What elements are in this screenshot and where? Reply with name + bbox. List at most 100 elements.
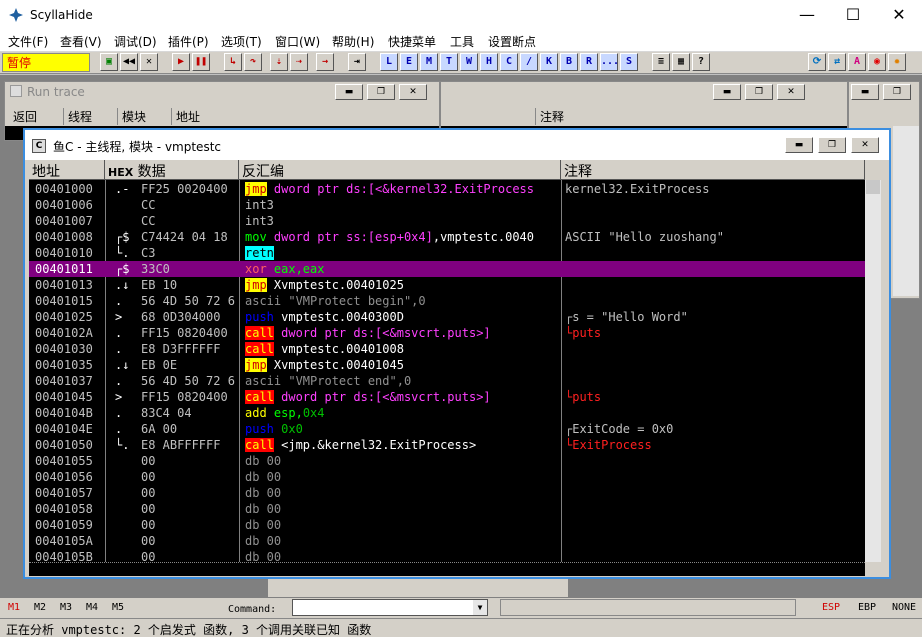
close-button[interactable]: ✕ <box>851 137 879 153</box>
restore-button[interactable]: ❐ <box>367 84 395 100</box>
grid-icon[interactable]: ▦ <box>672 53 690 71</box>
col-address-header[interactable]: 地址 <box>29 160 105 180</box>
a-icon[interactable]: A <box>848 53 866 71</box>
menu-window[interactable]: 窗口(W) <box>275 33 320 50</box>
col-comment[interactable]: 注释 <box>535 108 564 125</box>
disasm-row[interactable]: 00401008 ┌$ C74424 04 18 mov dword ptr ss:[… <box>29 229 865 245</box>
close-process-icon[interactable]: ✕ <box>140 53 158 71</box>
disasm-row[interactable]: 00401050 └. E8 ABFFFFFF call <jmp.&kernel32… <box>29 437 865 453</box>
horizontal-scrollbar[interactable] <box>29 562 865 576</box>
disasm-row[interactable]: 00401006 CC int3 <box>29 197 865 213</box>
disasm-row[interactable]: 00401055 00 db 00 <box>29 453 865 469</box>
disasm-row[interactable]: 00401025 >68 0D304000 push vmptestc.004030… <box>29 309 865 325</box>
minimize-button[interactable]: — <box>784 0 830 31</box>
col-module[interactable]: 模块 <box>117 108 146 125</box>
restore-button[interactable]: ❐ <box>883 84 911 100</box>
tool-s-button[interactable]: S <box>620 53 638 71</box>
reg-none[interactable]: NONE <box>892 602 916 613</box>
menu-plugins[interactable]: 插件(P) <box>168 33 209 50</box>
col-hex-header[interactable]: HEX 数据 <box>105 160 239 180</box>
marker-m5[interactable]: M5 <box>112 602 124 613</box>
disasm-row[interactable]: 00401057 00 db 00 <box>29 485 865 501</box>
reg-ebp[interactable]: EBP <box>858 602 876 613</box>
disasm-row[interactable]: 00401013 .↓ EB 10 jmp Xvmptestc.00401025 <box>29 277 865 293</box>
disasm-row[interactable]: 00401059 00 db 00 <box>29 517 865 533</box>
disasm-row[interactable]: 0040105A 00 db 00 <box>29 533 865 549</box>
tool-b-button[interactable]: B <box>560 53 578 71</box>
step-into-icon[interactable]: ↳ <box>224 53 242 71</box>
close-button[interactable]: ✕ <box>876 0 922 31</box>
run-icon[interactable]: ▶ <box>172 53 190 71</box>
tool-e-button[interactable]: E <box>400 53 418 71</box>
marker-m4[interactable]: M4 <box>86 602 98 613</box>
disasm-row[interactable]: 00401010 └. C3 retn <box>29 245 865 261</box>
disasm-row[interactable]: 00401037. 56 4D 50 72 6 ascii "VMProtect e… <box>29 373 865 389</box>
disasm-row[interactable]: 0040104B. 83C4 04 add esp,0x4 <box>29 405 865 421</box>
rewind-icon[interactable]: ◀◀ <box>120 53 138 71</box>
menu-tools[interactable]: 工具 <box>450 33 474 50</box>
open-icon[interactable]: ▣ <box>100 53 118 71</box>
command-input[interactable]: ▼ <box>292 599 488 616</box>
col-comment-header[interactable]: 注释 <box>561 160 865 180</box>
list-icon[interactable]: ≡ <box>652 53 670 71</box>
tool-r-button[interactable]: R <box>580 53 598 71</box>
close-button[interactable]: ✕ <box>399 84 427 100</box>
minimize-button[interactable]: ▬ <box>851 84 879 100</box>
trace-into-icon[interactable]: ⇣ <box>270 53 288 71</box>
col-address[interactable]: 地址 <box>171 108 200 125</box>
goto-icon[interactable]: ⇥ <box>348 53 366 71</box>
disasm-row[interactable]: 00401011 ┌$ 33C0 xor eax,eax <box>29 261 865 277</box>
tool-dots-button[interactable]: ... <box>600 53 619 71</box>
reg-esp[interactable]: ESP <box>822 602 840 613</box>
side-scrollbar[interactable] <box>893 126 919 296</box>
cpu-window[interactable]: C 鱼C - 主线程, 模块 - vmptestc ▬ ❐ ✕ 地址 HEX 数… <box>23 128 891 579</box>
tool-l-button[interactable]: L <box>380 53 398 71</box>
menu-debug[interactable]: 调试(D) <box>114 33 157 50</box>
trace-over-icon[interactable]: ⇢ <box>290 53 308 71</box>
arrows-icon[interactable]: ⇄ <box>828 53 846 71</box>
menu-view[interactable]: 查看(V) <box>60 33 102 50</box>
tool-w-button[interactable]: W <box>460 53 478 71</box>
menu-breakpoints[interactable]: 设置断点 <box>488 33 536 50</box>
disasm-row[interactable]: 00401056 00 db 00 <box>29 469 865 485</box>
disasm-row[interactable]: 00401000 .- FF25 0020400 jmp dword ptr ds:[… <box>29 181 865 197</box>
col-disasm-header[interactable]: 反汇编 <box>239 160 561 180</box>
chevron-down-icon[interactable]: ▼ <box>473 600 487 615</box>
menu-file[interactable]: 文件(F) <box>8 33 48 50</box>
marker-m1[interactable]: M1 <box>8 602 20 613</box>
scroll-thumb[interactable] <box>866 180 880 194</box>
minimize-button[interactable]: ▬ <box>335 84 363 100</box>
execute-till-return-icon[interactable]: → <box>316 53 334 71</box>
restore-button[interactable]: ❐ <box>745 84 773 100</box>
disasm-row[interactable]: 00401058 00 db 00 <box>29 501 865 517</box>
step-over-icon[interactable]: ↷ <box>244 53 262 71</box>
minimize-button[interactable]: ▬ <box>713 84 741 100</box>
gear-icon[interactable]: ✹ <box>888 53 906 71</box>
minimize-button[interactable]: ▬ <box>785 137 813 153</box>
refresh-icon[interactable]: ⟳ <box>808 53 826 71</box>
disasm-row[interactable]: 0040104E. 6A 00 push 0x0 ┌ExitCode = 0x0 <box>29 421 865 437</box>
col-return[interactable]: 返回 <box>13 108 37 125</box>
tool-m-button[interactable]: M <box>420 53 438 71</box>
vertical-scrollbar[interactable] <box>865 180 881 562</box>
disassembly-grid[interactable]: 00401000 .- FF25 0020400 jmp dword ptr ds:[… <box>29 180 865 562</box>
restore-button[interactable]: ❐ <box>818 137 846 153</box>
tool-t-button[interactable]: T <box>440 53 458 71</box>
pause-icon[interactable]: ❚❚ <box>192 53 210 71</box>
col-thread[interactable]: 线程 <box>63 108 92 125</box>
disasm-row[interactable]: 00401015. 56 4D 50 72 6 ascii "VMProtect b… <box>29 293 865 309</box>
menu-help[interactable]: 帮助(H) <box>332 33 374 50</box>
maximize-button[interactable]: ☐ <box>830 0 876 31</box>
menu-options[interactable]: 选项(T) <box>221 33 262 50</box>
disasm-row[interactable]: 00401035 .↓ EB 0E jmp Xvmptestc.00401045 <box>29 357 865 373</box>
marker-m3[interactable]: M3 <box>60 602 72 613</box>
disasm-row[interactable]: 00401045 > FF15 0820400 call dword ptr ds:[… <box>29 389 865 405</box>
help-icon[interactable]: ? <box>692 53 710 71</box>
tool-k-button[interactable]: K <box>540 53 558 71</box>
marker-m2[interactable]: M2 <box>34 602 46 613</box>
tool-c-button[interactable]: C <box>500 53 518 71</box>
disasm-row[interactable]: 00401007 CC int3 <box>29 213 865 229</box>
close-button[interactable]: ✕ <box>777 84 805 100</box>
disasm-row[interactable]: 00401030. E8 D3FFFFFF call vmptestc.004010… <box>29 341 865 357</box>
record-icon[interactable]: ◉ <box>868 53 886 71</box>
